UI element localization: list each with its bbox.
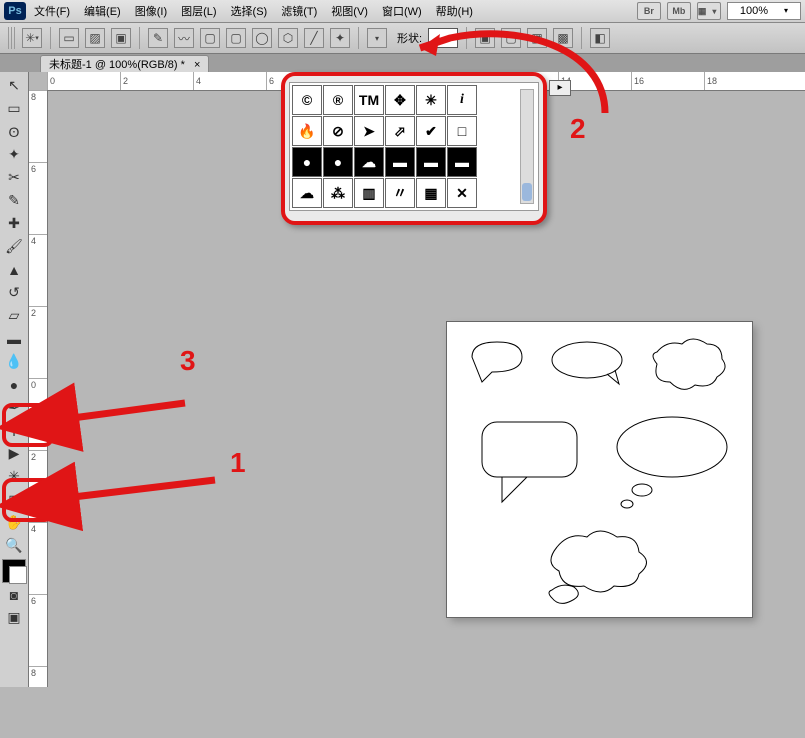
marquee-tool[interactable]: ▭ [1, 97, 27, 120]
type-tool[interactable]: T [1, 419, 27, 442]
ruler-vertical: 864202468 [29, 90, 48, 687]
tab-close-icon[interactable]: × [194, 59, 200, 71]
tool-preset[interactable]: ✳▾ [22, 28, 42, 48]
color-swatch[interactable] [2, 559, 26, 583]
eyedropper-tool[interactable]: ✎ [1, 189, 27, 212]
line-icon[interactable]: ╱ [304, 28, 324, 48]
blur-tool[interactable]: 💧 [1, 350, 27, 373]
quickmask-tool[interactable]: ◙ [1, 583, 27, 606]
menu-layer[interactable]: 图层(L) [175, 3, 222, 19]
fill-icon[interactable]: ▣ [111, 28, 131, 48]
grip-handle[interactable] [8, 27, 16, 49]
shape-bubble6[interactable]: ▬ [447, 147, 477, 177]
custom-shape-icon[interactable]: ✦ [330, 28, 350, 48]
move-tool[interactable]: ↖ [1, 74, 27, 97]
menu-edit[interactable]: 编辑(E) [78, 3, 127, 19]
shape-dots[interactable]: ⁂ [323, 178, 353, 208]
arrow-2 [400, 18, 620, 138]
shape-cross[interactable]: ✕ [447, 178, 477, 208]
notes-tool[interactable]: ◻ [1, 488, 27, 511]
zoom-tool[interactable]: 🔍 [1, 534, 27, 557]
annotation-2: 2 [570, 113, 586, 145]
editor-stage: 02468101214161820 864202468 ▸ [29, 72, 805, 687]
dodge-tool[interactable]: ● [1, 373, 27, 396]
br-button[interactable]: Br [637, 2, 661, 20]
shape-no[interactable]: ⊘ [323, 116, 353, 146]
tab-title: 未标题-1 @ 100%(RGB/8) * [49, 59, 185, 71]
shape-thought[interactable]: ☁ [292, 178, 322, 208]
arrow-1 [50, 470, 220, 520]
menu-select[interactable]: 选择(S) [225, 3, 274, 19]
shape-hatch[interactable]: ▦ [416, 178, 446, 208]
document-canvas[interactable] [447, 322, 752, 617]
zoom-level[interactable]: 100%▾ [727, 2, 801, 20]
annotation-1: 1 [230, 447, 246, 479]
menu-image[interactable]: 图像(I) [129, 3, 173, 19]
menu-filter[interactable]: 滤镜(T) [275, 3, 323, 19]
menu-file[interactable]: 文件(F) [28, 3, 76, 19]
shape-bubble2[interactable]: ● [323, 147, 353, 177]
polygon-icon[interactable]: ⬡ [278, 28, 298, 48]
stamp-tool[interactable]: ▲ [1, 258, 27, 281]
healing-tool[interactable]: ✚ [1, 212, 27, 235]
ellipse-icon[interactable]: ◯ [252, 28, 272, 48]
pen-tool[interactable]: ✒ [1, 396, 27, 419]
toolbox: ↖ ▭ ʘ ✦ ✂ ✎ ✚ 🖌 ▲ ↺ ▱ ▬ 💧 ● ✒ T ▶ ✳ ◻ ✋ … [0, 72, 29, 687]
right-toolbar: Br Mb ▦▾ 100%▾ [637, 2, 801, 20]
history-brush-tool[interactable]: ↺ [1, 281, 27, 304]
shape-copyright[interactable]: © [292, 85, 322, 115]
freeform-pen-icon[interactable]: 〰 [174, 28, 194, 48]
mb-button[interactable]: Mb [667, 2, 691, 20]
shape-registered[interactable]: ® [323, 85, 353, 115]
wand-tool[interactable]: ✦ [1, 143, 27, 166]
shape-bubble3[interactable]: ☁ [354, 147, 384, 177]
brush-tool[interactable]: 🖌 [1, 235, 27, 258]
screenmode-tool[interactable]: ▣ [1, 606, 27, 629]
layers-icon[interactable]: ▭ [59, 28, 79, 48]
menu-window[interactable]: 窗口(W) [376, 3, 428, 19]
arrow-3 [50, 395, 190, 435]
menu-help[interactable]: 帮助(H) [430, 3, 479, 19]
shape-diag[interactable]: 〃 [385, 178, 415, 208]
gradient-tool[interactable]: ▬ [1, 327, 27, 350]
shape-bubble5[interactable]: ▬ [416, 147, 446, 177]
pen-icon[interactable]: ✎ [148, 28, 168, 48]
shape-stripes[interactable]: ▥ [354, 178, 384, 208]
shape-bubble4[interactable]: ▬ [385, 147, 415, 177]
rect-icon[interactable]: ▢ [200, 28, 220, 48]
custom-shape-tool[interactable]: ✳ [1, 465, 27, 488]
paths-icon[interactable]: ▨ [85, 28, 105, 48]
shape-trademark[interactable]: TM [354, 85, 384, 115]
shape-bubble1[interactable]: ● [292, 147, 322, 177]
path-select-tool[interactable]: ▶ [1, 442, 27, 465]
menu-view[interactable]: 视图(V) [325, 3, 374, 19]
ps-logo: Ps [4, 2, 26, 20]
rounded-rect-icon[interactable]: ▢ [226, 28, 246, 48]
shape-cursor-solid[interactable]: ➤ [354, 116, 384, 146]
crop-tool[interactable]: ✂ [1, 166, 27, 189]
lasso-tool[interactable]: ʘ [1, 120, 27, 143]
annotation-3: 3 [180, 345, 196, 377]
eraser-tool[interactable]: ▱ [1, 304, 27, 327]
screen-mode-button[interactable]: ▦▾ [697, 2, 721, 20]
shape-fire[interactable]: 🔥 [292, 116, 322, 146]
hand-tool[interactable]: ✋ [1, 511, 27, 534]
geometry-options-icon[interactable]: ▾ [367, 28, 387, 48]
